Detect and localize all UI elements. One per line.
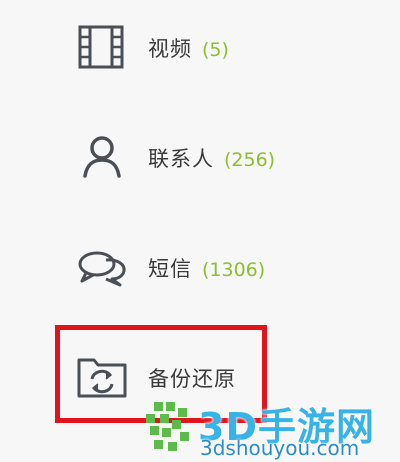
logo-icon <box>144 400 192 456</box>
watermark: 3D手游网 3dshouyou.com <box>140 396 400 462</box>
sidebar: 视频 (5) 联系人 (256) 短信 (1306) 备份还原 <box>0 0 400 462</box>
item-count: (5) <box>202 39 229 61</box>
item-count: (256) <box>224 149 276 171</box>
sidebar-item-label-wrap: 短信 (1306) <box>148 253 265 283</box>
chat-bubbles-icon <box>76 244 128 290</box>
person-icon <box>76 134 128 180</box>
sidebar-item-video[interactable]: 视频 (5) <box>0 14 400 78</box>
sidebar-item-label: 视频 <box>148 37 192 61</box>
watermark-domain: 3dshouyou.com <box>200 436 360 460</box>
sidebar-item-label-wrap: 视频 (5) <box>148 33 229 63</box>
sidebar-item-label: 短信 <box>148 257 192 281</box>
sidebar-item-label: 联系人 <box>148 147 214 171</box>
sidebar-item-label-wrap: 联系人 (256) <box>148 143 275 173</box>
sidebar-item-sms[interactable]: 短信 (1306) <box>0 234 400 298</box>
item-count: (1306) <box>202 259 266 281</box>
sidebar-item-contacts[interactable]: 联系人 (256) <box>0 124 400 188</box>
film-icon <box>76 24 128 70</box>
